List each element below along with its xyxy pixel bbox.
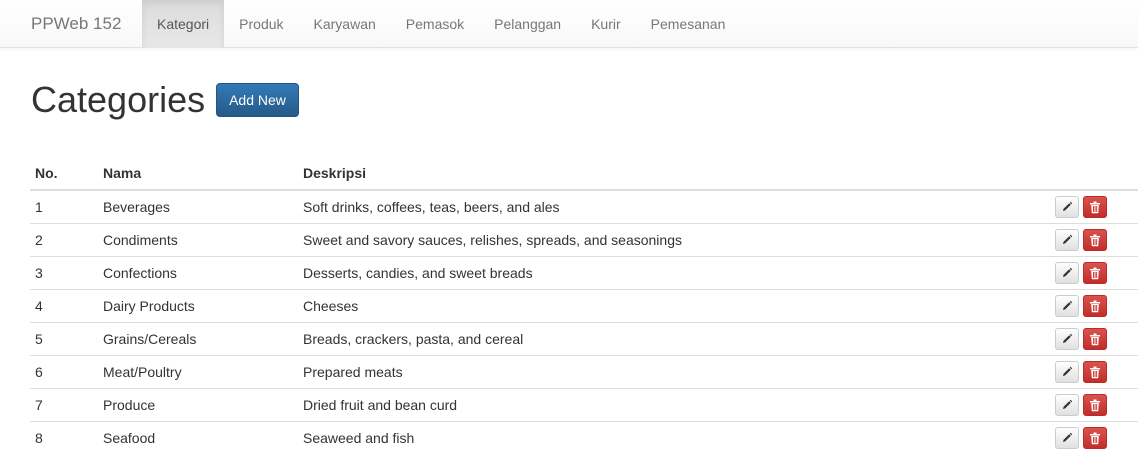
cell-deskripsi: Cheeses [298, 289, 1048, 323]
pencil-icon [1063, 201, 1073, 211]
cell-no: 1 [35, 199, 43, 215]
add-new-button[interactable]: Add New [216, 83, 299, 117]
page-header: Categories Add New [31, 78, 299, 122]
cell-deskripsi: Sweet and savory sauces, relishes, sprea… [298, 223, 1048, 257]
pencil-icon [1063, 366, 1073, 376]
cell-no: 4 [30, 289, 98, 323]
table-row: 8 Seafood Seaweed and fish [30, 421, 1138, 454]
table-row: 5 Grains/Cereals Breads, crackers, pasta… [30, 322, 1138, 356]
trash-icon [1090, 366, 1100, 378]
table-row: 1 Beverages Soft drinks, coffees, teas, … [30, 190, 1138, 224]
cell-nama: Dairy Products [98, 289, 298, 323]
cell-actions [1048, 421, 1138, 454]
cell-nama: Grains/Cereals [98, 322, 298, 356]
cell-no: 3 [30, 256, 98, 290]
header-deskripsi: Deskripsi [298, 157, 1048, 191]
brand-link[interactable]: PPWeb 152 [31, 0, 121, 48]
delete-button[interactable] [1083, 328, 1107, 350]
page-title: Categories [31, 79, 206, 120]
table-row: 7 Produce Dried fruit and bean curd [30, 388, 1138, 422]
delete-button[interactable] [1083, 229, 1107, 251]
table-row: 4 Dairy Products Cheeses [30, 289, 1138, 323]
cell-actions [1048, 256, 1138, 290]
trash-icon [1090, 267, 1100, 279]
pencil-icon [1063, 267, 1073, 277]
trash-icon [1090, 201, 1100, 213]
cell-no: 8 [30, 421, 98, 454]
cell-actions [1048, 289, 1138, 323]
cell-deskripsi: Dried fruit and bean curd [298, 388, 1048, 422]
delete-button[interactable] [1083, 196, 1107, 218]
cell-nama: Meat/Poultry [98, 355, 298, 389]
pencil-icon [1063, 432, 1073, 442]
cell-nama: Condiments [98, 223, 298, 257]
trash-icon [1090, 234, 1100, 246]
cell-deskripsi: Seaweed and fish [298, 421, 1048, 454]
cell-deskripsi: Desserts, candies, and sweet breads [298, 256, 1048, 290]
cell-no: 7 [30, 388, 98, 422]
trash-icon [1090, 300, 1100, 312]
cell-deskripsi: Breads, crackers, pasta, and cereal [298, 322, 1048, 356]
trash-icon [1090, 333, 1100, 345]
pencil-icon [1063, 333, 1073, 343]
delete-button[interactable] [1083, 361, 1107, 383]
header-no: No. [30, 157, 98, 191]
header-actions [1048, 157, 1138, 191]
trash-icon [1090, 432, 1100, 444]
cell-actions [1048, 223, 1138, 257]
delete-button[interactable] [1083, 394, 1107, 416]
table-row: 3 Confections Desserts, candies, and swe… [30, 256, 1138, 290]
categories-table: No. Nama Deskripsi 1 Beverages Soft drin… [30, 157, 1138, 454]
pencil-icon [1063, 300, 1073, 310]
cell-no: 6 [30, 355, 98, 389]
nav-item-karyawan[interactable]: Karyawan [299, 0, 391, 48]
delete-button[interactable] [1083, 262, 1107, 284]
table-header-row: No. Nama Deskripsi [30, 157, 1138, 191]
nav-item-produk[interactable]: Produk [224, 0, 298, 48]
cell-actions [1048, 355, 1138, 389]
header-nama: Nama [98, 157, 298, 191]
cell-actions [1048, 322, 1138, 356]
nav-item-pemesanan[interactable]: Pemesanan [636, 0, 741, 48]
edit-button[interactable] [1055, 229, 1079, 251]
delete-button[interactable] [1083, 295, 1107, 317]
table-body: 1 Beverages Soft drinks, coffees, teas, … [30, 190, 1138, 454]
table-row: 6 Meat/Poultry Prepared meats [30, 355, 1138, 389]
pencil-icon [1063, 399, 1073, 409]
trash-icon [1090, 399, 1100, 411]
cell-no: 5 [30, 322, 98, 356]
cell-deskripsi: Soft drinks, coffees, teas, beers, and a… [303, 199, 560, 215]
edit-button[interactable] [1055, 196, 1079, 218]
cell-actions [1048, 388, 1138, 422]
cell-no: 2 [30, 223, 98, 257]
cell-actions [1048, 190, 1138, 224]
edit-button[interactable] [1055, 295, 1079, 317]
edit-button[interactable] [1055, 394, 1079, 416]
top-navbar: PPWeb 152 Kategori Produk Karyawan Pemas… [0, 0, 1138, 48]
cell-nama: Produce [98, 388, 298, 422]
edit-button[interactable] [1055, 361, 1079, 383]
main-nav: Kategori Produk Karyawan Pemasok Pelangg… [142, 0, 740, 48]
nav-item-kurir[interactable]: Kurir [576, 0, 636, 48]
nav-item-pemasok[interactable]: Pemasok [391, 0, 479, 48]
edit-button[interactable] [1055, 427, 1079, 449]
delete-button[interactable] [1083, 427, 1107, 449]
table-row: 2 Condiments Sweet and savory sauces, re… [30, 223, 1138, 257]
pencil-icon [1063, 234, 1073, 244]
cell-nama: Seafood [98, 421, 298, 454]
edit-button[interactable] [1055, 328, 1079, 350]
cell-nama: Beverages [103, 199, 170, 215]
cell-deskripsi: Prepared meats [298, 355, 1048, 389]
edit-button[interactable] [1055, 262, 1079, 284]
cell-nama: Confections [98, 256, 298, 290]
nav-item-pelanggan[interactable]: Pelanggan [479, 0, 576, 48]
nav-item-kategori[interactable]: Kategori [142, 0, 225, 48]
